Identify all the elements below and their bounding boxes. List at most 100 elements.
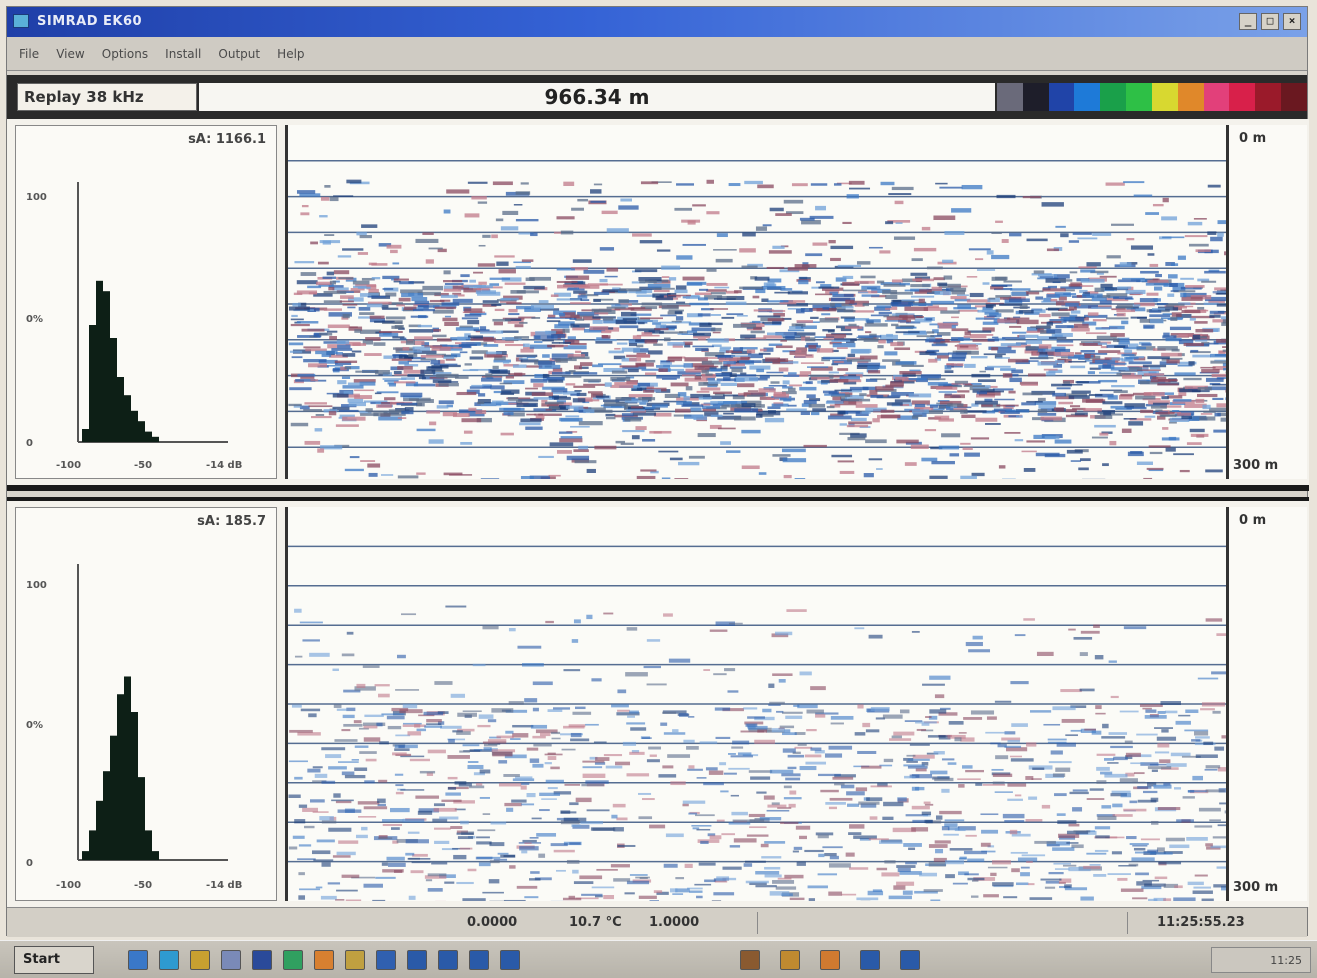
echo-mark — [332, 668, 339, 672]
maximize-icon[interactable]: □ — [1261, 13, 1279, 30]
app-icon[interactable] — [13, 14, 29, 28]
echo-mark — [659, 321, 680, 324]
echo-mark — [417, 810, 433, 815]
app-icon[interactable] — [345, 950, 365, 970]
echo-mark — [1111, 851, 1122, 855]
minimize-icon[interactable]: _ — [1239, 13, 1257, 30]
echo-mark — [660, 722, 668, 726]
menu-help[interactable]: Help — [277, 47, 304, 61]
echo-mark — [763, 335, 783, 339]
echo-mark — [952, 882, 968, 885]
echo-mark — [831, 454, 853, 458]
app-icon[interactable] — [860, 950, 880, 970]
menu-output[interactable]: Output — [218, 47, 260, 61]
network-icon[interactable] — [283, 950, 303, 970]
echo-mark — [1204, 768, 1218, 771]
echo-mark — [861, 411, 871, 414]
echo-mark — [1038, 404, 1056, 409]
echo-mark — [856, 897, 879, 901]
echo-mark — [522, 343, 530, 348]
app-icon[interactable] — [500, 950, 520, 970]
echo-mark — [288, 794, 301, 798]
echo-mark — [987, 365, 1011, 368]
app-icon[interactable] — [780, 950, 800, 970]
echogram-bottom[interactable] — [285, 507, 1229, 901]
echo-mark — [565, 275, 590, 280]
ie-icon[interactable] — [128, 950, 148, 970]
app-icon[interactable] — [820, 950, 840, 970]
echo-mark — [456, 731, 471, 735]
explorer-icon[interactable] — [159, 950, 179, 970]
echo-mark — [356, 683, 366, 688]
echo-mark — [983, 894, 999, 898]
echo-mark — [329, 280, 337, 285]
outlook-icon[interactable] — [190, 950, 210, 970]
echo-mark — [411, 861, 431, 864]
app-icon[interactable] — [407, 950, 427, 970]
echo-mark — [828, 391, 839, 395]
echo-mark — [868, 838, 889, 841]
close-icon[interactable]: × — [1283, 13, 1301, 30]
echo-mark — [775, 213, 792, 216]
echo-mark — [767, 410, 776, 414]
echo-mark — [668, 658, 691, 663]
echo-mark — [979, 370, 986, 373]
app-icon[interactable] — [376, 950, 396, 970]
echogram-top[interactable] — [285, 125, 1229, 479]
color-scale[interactable] — [997, 83, 1307, 111]
window-icon[interactable] — [252, 950, 272, 970]
echo-mark — [1019, 334, 1039, 338]
menu-view[interactable]: View — [56, 47, 84, 61]
echo-mark — [676, 255, 693, 260]
echo-mark — [726, 877, 737, 881]
app-icon[interactable] — [314, 950, 334, 970]
echo-mark — [782, 748, 796, 753]
echo-mark — [467, 868, 477, 872]
app-icon[interactable] — [469, 950, 489, 970]
echo-mark — [489, 842, 505, 847]
title-bar[interactable]: SIMRAD EK60 _ □ × — [7, 7, 1307, 37]
color-swatch — [1074, 83, 1101, 111]
echo-mark — [710, 292, 726, 295]
echo-mark — [1093, 624, 1100, 628]
echo-mark — [676, 301, 686, 304]
echo-mark — [618, 205, 639, 210]
menu-options[interactable]: Options — [102, 47, 148, 61]
echo-mark — [1187, 221, 1203, 226]
app-icon[interactable] — [900, 950, 920, 970]
start-button[interactable]: Start — [14, 946, 94, 974]
echo-mark — [583, 378, 602, 383]
app-icon[interactable] — [740, 950, 760, 970]
echo-mark — [434, 827, 451, 830]
echo-mark — [870, 706, 890, 712]
echo-mark — [639, 240, 663, 244]
echo-mark — [672, 893, 684, 895]
echo-mark — [794, 746, 813, 749]
echo-mark — [1028, 373, 1046, 377]
echo-mark — [336, 340, 350, 345]
menu-file[interactable]: File — [19, 47, 39, 61]
echo-mark — [1222, 346, 1226, 348]
echo-mark — [514, 324, 524, 328]
echo-mark — [1222, 349, 1226, 352]
menu-install[interactable]: Install — [165, 47, 201, 61]
echo-mark — [443, 270, 451, 275]
echo-mark — [1025, 339, 1043, 344]
echo-mark — [806, 366, 829, 368]
echo-mark — [538, 364, 561, 369]
echo-mark — [694, 376, 702, 380]
echo-mark — [816, 348, 834, 353]
echo-mark — [825, 401, 844, 404]
folder-icon[interactable] — [221, 950, 241, 970]
echo-mark — [1187, 790, 1207, 793]
app-icon[interactable] — [438, 950, 458, 970]
echo-mark — [337, 255, 352, 258]
echo-mark — [1148, 392, 1160, 395]
echo-mark — [857, 291, 869, 294]
echo-mark — [1194, 874, 1208, 877]
echo-mark — [342, 248, 364, 251]
echo-mark — [1028, 796, 1038, 800]
echo-mark — [626, 627, 638, 631]
echo-mark — [339, 300, 354, 303]
echo-mark — [416, 728, 427, 732]
